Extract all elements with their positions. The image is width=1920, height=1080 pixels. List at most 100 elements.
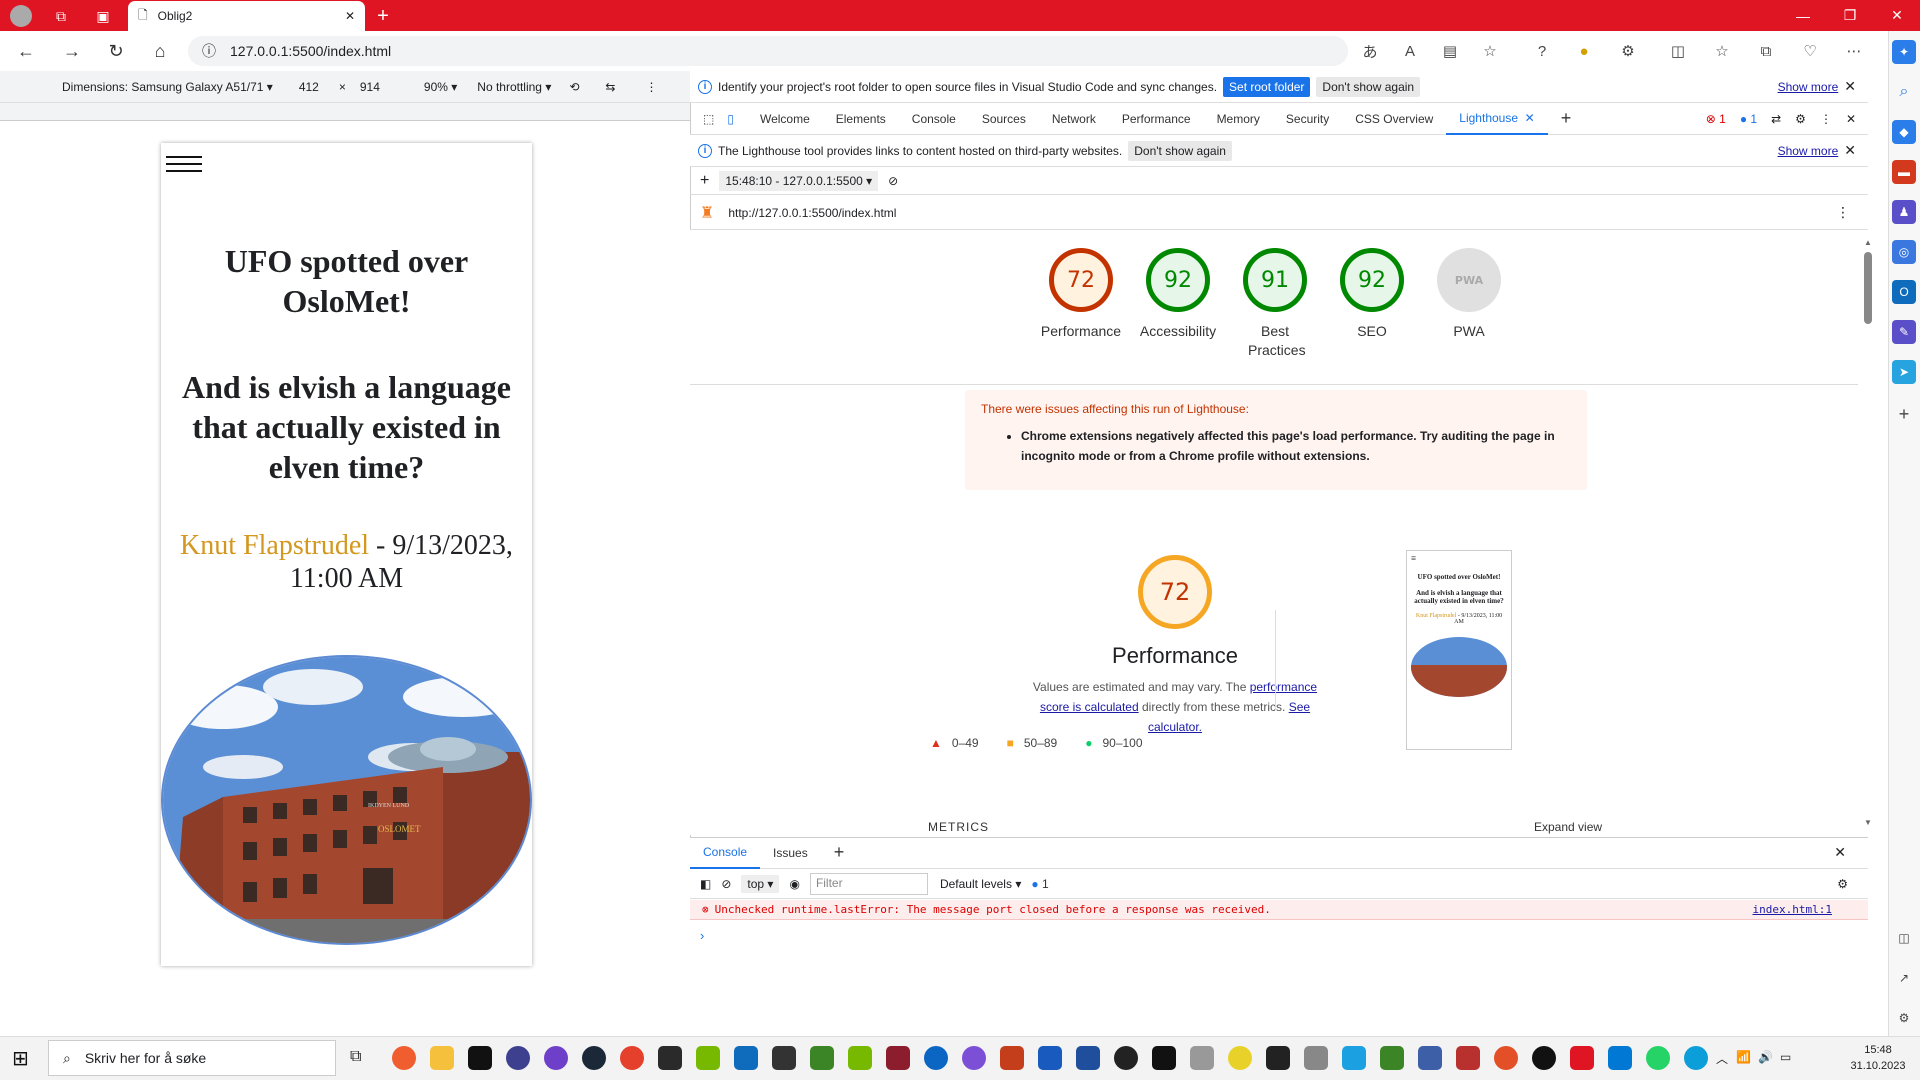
shopping-icon[interactable]: ◆	[1892, 120, 1916, 144]
sidebar-toggle-icon[interactable]: ◧	[700, 877, 711, 891]
favorites-icon[interactable]: ☆	[1710, 39, 1734, 63]
outlook-icon[interactable]: O	[1892, 280, 1916, 304]
device-toggle-icon[interactable]: ▯	[727, 103, 747, 135]
close-tab-icon[interactable]: ✕	[345, 9, 355, 23]
collections-icon[interactable]: ⧉	[50, 5, 72, 27]
extension-icon[interactable]: ?	[1530, 39, 1554, 63]
close-devtools-icon[interactable]: ✕	[1846, 112, 1856, 126]
minecraft-icon[interactable]	[810, 1046, 834, 1070]
report-select[interactable]: 15:48:10 - 127.0.0.1:5500 ▾	[719, 170, 879, 191]
tab-elements[interactable]: Elements	[823, 103, 899, 135]
word-icon[interactable]	[1038, 1046, 1062, 1070]
translate-icon[interactable]: あ	[1358, 39, 1382, 63]
error-source-link[interactable]: index.html:1	[1753, 903, 1832, 916]
wifi-icon[interactable]: 📶	[1736, 1050, 1751, 1064]
scroll-up-arrow-icon[interactable]: ▲	[1864, 238, 1872, 247]
settings-icon[interactable]: ⚙	[1795, 112, 1806, 126]
app-icon[interactable]	[1342, 1046, 1366, 1070]
tools-icon[interactable]: ▬	[1892, 160, 1916, 184]
width-input[interactable]: 412	[299, 80, 319, 94]
task-view-icon[interactable]: ⧉	[350, 1048, 361, 1066]
app-icon[interactable]	[1304, 1046, 1328, 1070]
browser-tab[interactable]: 🗋 Oblig2 ✕	[128, 1, 365, 31]
steam-icon[interactable]	[582, 1046, 606, 1070]
new-report-icon[interactable]: +	[700, 172, 709, 190]
posture-icon[interactable]: ⇆	[605, 80, 615, 94]
tab-security[interactable]: Security	[1273, 103, 1342, 135]
device-select[interactable]: Dimensions: Samsung Galaxy A51/71 ▾	[62, 80, 273, 94]
clear-console-icon[interactable]: ⊘	[721, 877, 731, 891]
sidebar-split-icon[interactable]: ◫	[1892, 926, 1916, 950]
console-prompt-icon[interactable]: ›	[700, 928, 704, 943]
ea-icon[interactable]	[620, 1046, 644, 1070]
app-icon[interactable]	[962, 1046, 986, 1070]
tab-lighthouse[interactable]: Lighthouse ✕	[1446, 103, 1548, 135]
whatsapp-icon[interactable]	[1646, 1046, 1670, 1070]
close-infobar-icon[interactable]: ✕	[1844, 142, 1856, 159]
new-tab-icon[interactable]: +	[372, 5, 394, 27]
refresh-icon[interactable]: ↻	[104, 39, 128, 63]
clear-icon[interactable]: ⊘	[888, 174, 898, 188]
set-root-folder-button[interactable]: Set root folder	[1223, 76, 1311, 97]
app-icon[interactable]	[886, 1046, 910, 1070]
sidebar-settings-icon[interactable]: ⚙	[1892, 1006, 1916, 1030]
score-pwa[interactable]: PWA PWA	[1424, 248, 1514, 341]
tab-network[interactable]: Network	[1039, 103, 1109, 135]
tray-chevron-icon[interactable]: ︿	[1716, 1050, 1728, 1067]
send-icon[interactable]: ➤	[1892, 360, 1916, 384]
app-icon[interactable]	[1152, 1046, 1176, 1070]
geforce-icon[interactable]	[848, 1046, 872, 1070]
score-performance[interactable]: 72 Performance	[1036, 248, 1126, 341]
devtools-more-icon[interactable]: ⋮	[1820, 112, 1832, 126]
drawer-tab-console[interactable]: Console	[690, 837, 761, 869]
nvidia-icon[interactable]	[696, 1046, 720, 1070]
eclipse-icon[interactable]	[506, 1046, 530, 1070]
immersive-reader-icon[interactable]: ▤	[1438, 39, 1462, 63]
favorite-star-icon[interactable]: ☆	[1478, 39, 1502, 63]
app-icon[interactable]	[1380, 1046, 1404, 1070]
scroll-down-arrow-icon[interactable]: ▼	[1864, 818, 1872, 827]
address-bar[interactable]: ⓘ 127.0.0.1:5500/index.html	[188, 36, 1348, 66]
performance-icon[interactable]: ♡	[1798, 39, 1822, 63]
collections-toolbar-icon[interactable]: ⧉	[1754, 39, 1778, 63]
search-sidebar-icon[interactable]: ⌕	[1892, 80, 1916, 104]
app-icon[interactable]	[1228, 1046, 1252, 1070]
app-icon[interactable]	[772, 1046, 796, 1070]
show-more-link[interactable]: Show more	[1778, 144, 1839, 158]
report-menu-icon[interactable]: ⋮	[1836, 204, 1850, 221]
profile-avatar-icon[interactable]	[10, 5, 32, 27]
github-desktop-icon[interactable]	[544, 1046, 568, 1070]
drawer-tab-issues[interactable]: Issues	[760, 837, 821, 869]
live-expression-icon[interactable]: ◉	[789, 877, 799, 891]
report-scrollbar-thumb[interactable]	[1864, 252, 1872, 324]
home-icon[interactable]: ⌂	[148, 39, 172, 63]
tab-memory[interactable]: Memory	[1204, 103, 1273, 135]
forward-icon[interactable]: →	[60, 39, 84, 63]
score-seo[interactable]: 92 SEO	[1327, 248, 1417, 341]
connections-icon[interactable]: ⇄	[1771, 112, 1781, 126]
read-aloud-icon[interactable]: A	[1398, 39, 1422, 63]
add-sidebar-app-icon[interactable]: +	[1892, 402, 1916, 426]
minimize-icon[interactable]: —	[1780, 0, 1826, 31]
context-select[interactable]: top ▾	[741, 874, 780, 893]
hamburger-menu-icon[interactable]	[166, 151, 202, 177]
site-info-icon[interactable]: ⓘ	[202, 41, 216, 61]
app-icon[interactable]	[1076, 1046, 1100, 1070]
tab-console[interactable]: Console	[899, 103, 969, 135]
app-icon[interactable]	[1418, 1046, 1442, 1070]
app-icon[interactable]	[1114, 1046, 1138, 1070]
app-icon[interactable]	[1190, 1046, 1214, 1070]
show-more-link[interactable]: Show more	[1778, 80, 1839, 94]
edge-icon[interactable]	[1684, 1046, 1708, 1070]
chrome-app-icon[interactable]	[392, 1046, 416, 1070]
rotate-icon[interactable]: ⟲	[569, 80, 579, 94]
more-menu-icon[interactable]: ⋯	[1842, 39, 1866, 63]
powerpoint-icon[interactable]	[1000, 1046, 1024, 1070]
app-icon[interactable]	[1494, 1046, 1518, 1070]
more-tools-icon[interactable]: +	[1548, 103, 1585, 135]
message-badge[interactable]: ● 1	[1031, 877, 1048, 891]
battery-icon[interactable]: ▭	[1780, 1050, 1791, 1064]
dont-show-again-button[interactable]: Don't show again	[1316, 76, 1421, 97]
jetbrains-icon[interactable]	[468, 1046, 492, 1070]
copilot-icon[interactable]: ✦	[1892, 40, 1916, 64]
